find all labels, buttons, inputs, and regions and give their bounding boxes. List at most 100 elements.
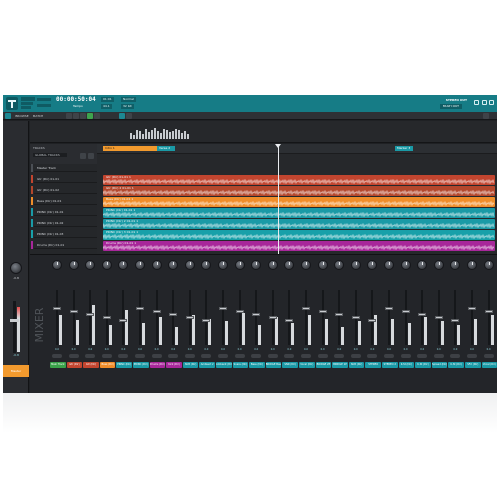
settings-icon[interactable] — [474, 100, 479, 105]
master-fader-handle[interactable] — [10, 319, 19, 322]
channel-route-button[interactable] — [218, 354, 228, 358]
fader-handle[interactable] — [252, 313, 261, 316]
pan-knob[interactable] — [184, 260, 195, 270]
fader-handle[interactable] — [202, 319, 211, 322]
fader-handle[interactable] — [102, 316, 111, 319]
time-signature[interactable]: 01:01 — [101, 97, 114, 102]
fader-track[interactable] — [404, 290, 407, 345]
fader-track[interactable] — [388, 290, 390, 345]
add-track-icon[interactable] — [80, 153, 86, 159]
window-icon[interactable] — [482, 100, 487, 105]
master-channel-label[interactable]: Master — [3, 365, 29, 377]
fader-handle[interactable] — [385, 307, 393, 310]
channel-name[interactable]: K.St (Dir) — [398, 362, 415, 368]
channel-route-button[interactable] — [151, 354, 162, 358]
view-menu[interactable] — [21, 106, 31, 109]
fader-handle[interactable] — [136, 307, 144, 310]
fader-track[interactable] — [205, 290, 208, 345]
channel-name[interactable]: BRIDGE 2P — [315, 362, 332, 368]
channel-route-button[interactable] — [52, 354, 62, 358]
pan-knob[interactable] — [168, 260, 179, 270]
pan-knob[interactable] — [151, 260, 162, 270]
channel-name[interactable]: Gtr (Dir) — [66, 362, 83, 368]
fader-track[interactable] — [305, 290, 307, 345]
channel-name[interactable]: Kick (Dir) — [166, 362, 182, 368]
fader-handle[interactable] — [53, 307, 61, 310]
channel-name[interactable]: PRINC (Dir) — [116, 362, 132, 368]
pan-knob[interactable] — [284, 260, 295, 270]
channel-route-button[interactable] — [367, 354, 378, 358]
channel-name[interactable]: Drums (Dir) — [149, 362, 166, 368]
channel-name[interactable]: SUB (Dir) — [348, 362, 365, 368]
pan-knob[interactable] — [467, 260, 477, 270]
fader-track[interactable] — [487, 290, 490, 345]
channel-name[interactable]: Bass (Dir) — [249, 362, 265, 368]
channel-name[interactable]: SNR (Dir) — [282, 362, 298, 368]
timebase-mode[interactable]: Normal — [121, 97, 136, 102]
pan-knob[interactable] — [483, 260, 494, 270]
play-icon[interactable] — [87, 113, 93, 119]
marker-verse[interactable]: Verse 2 — [157, 146, 175, 151]
pan-knob[interactable] — [450, 260, 461, 270]
track-header[interactable]: Gtr (Dir) 01-01 — [31, 175, 97, 183]
match-button[interactable]: MATCH — [31, 113, 45, 119]
channel-name[interactable]: SFX (Dir) — [465, 362, 481, 368]
fader-handle[interactable] — [268, 316, 277, 319]
channel-name[interactable]: K.St (Dir) — [448, 362, 464, 368]
fader-handle[interactable] — [468, 307, 476, 310]
channel-route-button[interactable] — [101, 354, 112, 358]
fader-handle[interactable] — [152, 310, 161, 313]
fader-track[interactable] — [56, 290, 58, 345]
channel-route-button[interactable] — [184, 354, 195, 358]
audio-clip[interactable]: PRINC (Dir) 3 01-01 1 — [103, 230, 495, 240]
playhead[interactable] — [278, 144, 279, 254]
fader-track[interactable] — [288, 290, 291, 345]
loop-icon[interactable] — [119, 113, 125, 119]
tempo-label[interactable]: Tempo — [73, 104, 83, 108]
fader-track[interactable] — [89, 290, 92, 345]
master-pan-knob[interactable] — [10, 262, 22, 274]
channel-route-button[interactable] — [85, 354, 96, 358]
channel-name[interactable]: Ambient (Dir) — [216, 362, 232, 368]
pan-knob[interactable] — [433, 260, 444, 270]
channel-route-button[interactable] — [284, 354, 295, 358]
track-header[interactable]: PRINC (Dir) 01-01 — [31, 208, 97, 216]
fader-track[interactable] — [255, 290, 258, 345]
pan-knob[interactable] — [52, 260, 62, 270]
channel-name[interactable]: Main Track — [50, 362, 66, 368]
channel-route-button[interactable] — [168, 354, 179, 358]
metronome-icon[interactable] — [126, 113, 132, 119]
channel-route-button[interactable] — [234, 354, 245, 358]
edit-menu[interactable] — [21, 102, 33, 105]
marker-3[interactable]: Marker 3 — [395, 146, 413, 151]
channel-route-button[interactable] — [450, 354, 461, 358]
fader-handle[interactable] — [368, 319, 377, 322]
track-header[interactable]: Master Track — [31, 164, 97, 172]
pan-knob[interactable] — [301, 260, 311, 270]
channel-route-button[interactable] — [334, 354, 345, 358]
fader-track[interactable] — [421, 290, 424, 345]
fader-track[interactable] — [338, 290, 341, 345]
fader-track[interactable] — [321, 290, 324, 345]
fader-handle[interactable] — [401, 310, 410, 313]
channel-name[interactable]: SUB (Dir) — [182, 362, 199, 368]
pan-knob[interactable] — [118, 260, 129, 270]
audio-clip[interactable]: Bass (Dir) 01-01 1 — [103, 197, 495, 207]
track-header[interactable]: Bass (Dir) 01-01 — [31, 197, 97, 205]
pan-knob[interactable] — [267, 260, 278, 270]
channel-route-button[interactable] — [433, 354, 444, 358]
track-header[interactable]: Drums (Dir) 01-01 — [31, 241, 97, 249]
channel-route-button[interactable] — [384, 354, 394, 358]
channel-name[interactable]: BRIDGE Bass — [265, 362, 282, 368]
track-header[interactable]: PRINC (Dir) 01-02 — [31, 219, 97, 227]
pan-knob[interactable] — [400, 260, 411, 270]
fader-handle[interactable] — [169, 313, 178, 316]
channel-name[interactable]: PRINC (Dir) — [133, 362, 149, 368]
fader-track[interactable] — [371, 290, 374, 345]
pan-knob[interactable] — [317, 260, 328, 270]
fader-handle[interactable] — [86, 313, 95, 316]
timecode-format[interactable] — [37, 98, 51, 101]
channel-route-button[interactable] — [251, 354, 262, 358]
channel-name[interactable]: Vocal (Dir) — [299, 362, 315, 368]
fader-handle[interactable] — [69, 310, 78, 313]
